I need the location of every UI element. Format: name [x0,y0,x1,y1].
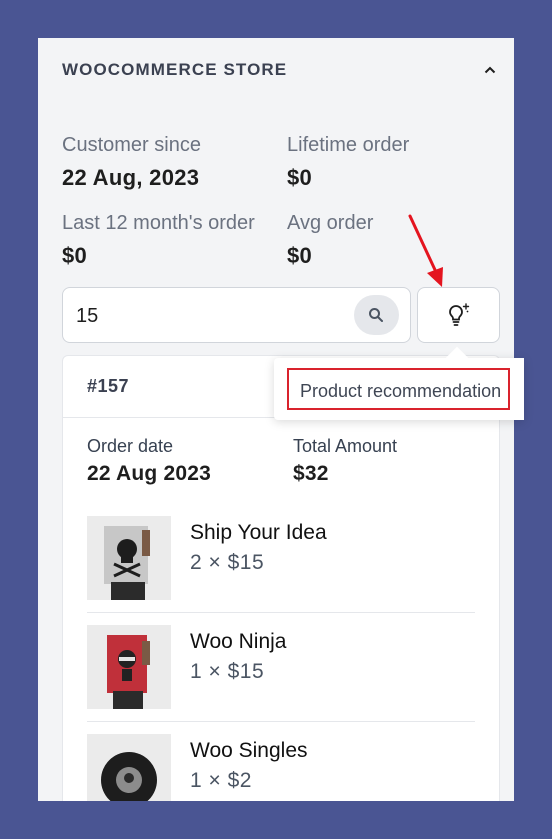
product-name[interactable]: Ship Your Idea [190,521,327,545]
list-item: Ship Your Idea 2 × $15 [87,516,475,625]
stat-value: $0 [62,243,88,268]
product-recommendation-tooltip: Product recommendation [274,346,524,420]
product-recommendation-button[interactable] [417,287,500,343]
product-name[interactable]: Woo Singles [190,739,308,763]
stat-label: Lifetime order [287,134,410,156]
stat-last-12-month-order: Last 12 month's order $0 [62,212,282,269]
stat-customer-since: Customer since 22 Aug, 2023 [62,134,282,191]
total-amount-value: $32 [293,462,329,485]
vinyl-image [87,734,171,801]
product-quantity-price: 2 × $15 [190,551,265,574]
stat-avg-order: Avg order $0 [287,212,507,269]
annotation-arrow-icon [408,214,443,287]
product-quantity-price: 1 × $15 [190,660,265,683]
stat-value: $0 [287,243,313,268]
panel-title: WOOCOMMERCE STORE [62,60,288,79]
search-button[interactable] [354,295,399,335]
divider [87,721,475,722]
stat-label: Avg order [287,212,374,234]
poster-image [87,516,171,600]
order-date-value: 22 Aug 2023 [87,462,211,485]
product-quantity-price: 1 × $2 [190,769,252,792]
annotation-highlight-box: Product recommendation [287,368,510,410]
list-item: Woo Ninja 1 × $15 [87,625,475,734]
divider [87,612,475,613]
product-thumbnail [87,516,171,600]
lightbulb-sparkle-icon [449,303,470,326]
tooltip-text: Product recommendation [300,381,502,401]
poster-image [87,625,171,709]
order-id[interactable]: #157 [87,376,129,397]
stat-value: $0 [287,165,313,190]
panel-header[interactable]: WOOCOMMERCE STORE [38,38,514,102]
total-amount-label: Total Amount [293,436,398,456]
stat-label: Customer since [62,134,201,156]
stat-lifetime-order: Lifetime order $0 [287,134,507,191]
chevron-up-icon[interactable] [482,62,498,78]
order-date-label: Order date [87,436,174,456]
order-search-input[interactable]: 15 [62,287,411,343]
product-name[interactable]: Woo Ninja [190,630,287,654]
product-thumbnail [87,625,171,709]
stat-value: 22 Aug, 2023 [62,165,200,190]
search-value[interactable]: 15 [76,305,98,328]
product-thumbnail [87,734,171,801]
order-card: #157 Order date 22 Aug 2023 Total Amount… [62,355,500,801]
stat-label: Last 12 month's order [62,212,255,234]
search-icon [369,308,383,322]
list-item: Woo Singles 1 × $2 [87,734,475,801]
